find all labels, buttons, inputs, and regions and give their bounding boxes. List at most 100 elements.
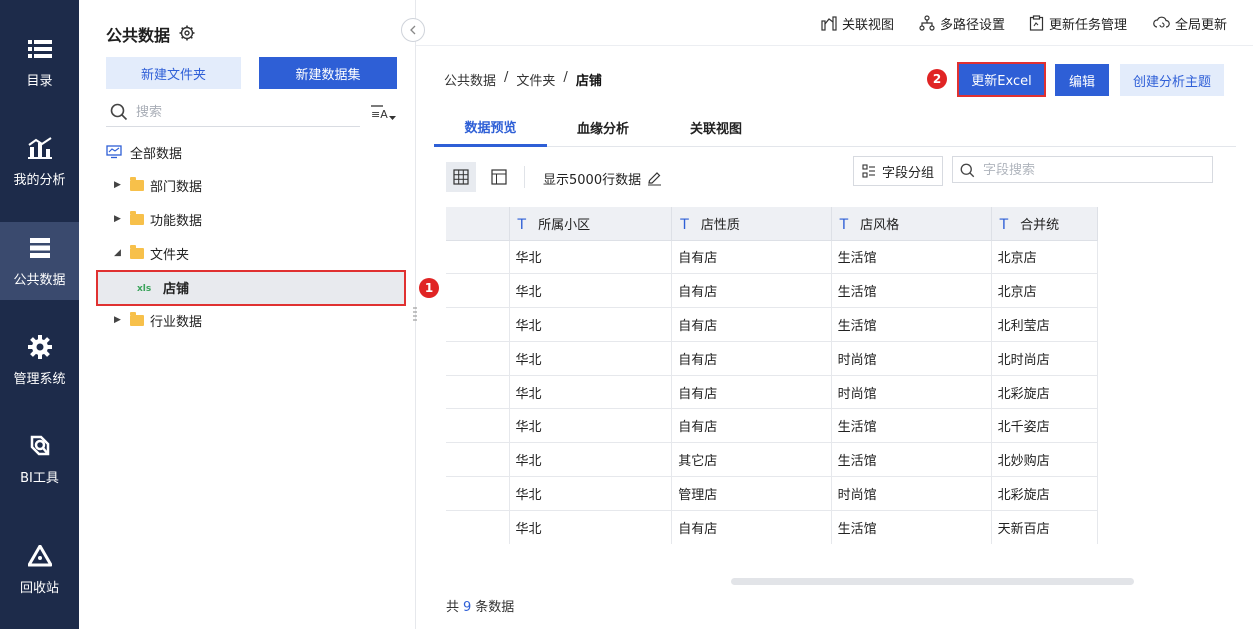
table-row[interactable]: 华北 自有店 生活馆 北京店	[446, 273, 1099, 309]
column-header[interactable]: T区	[446, 207, 510, 241]
topbar-multipath[interactable]: 多路径设置	[919, 13, 1005, 33]
topbar-label: 关联视图	[842, 17, 895, 33]
tab-relation-view[interactable]: 关联视图	[675, 108, 757, 147]
topbar-relation-view[interactable]: 关联视图	[821, 13, 894, 33]
tab-data-preview[interactable]: 数据预览	[434, 108, 547, 147]
new-folder-button[interactable]: 新建文件夹	[106, 57, 241, 89]
new-dataset-button[interactable]: 新建数据集	[259, 57, 397, 89]
resize-handle-icon[interactable]	[413, 306, 417, 324]
list-icon	[27, 36, 53, 62]
field-search-input[interactable]	[983, 160, 1203, 180]
table-cell: 华北	[509, 273, 673, 309]
nav-item-management[interactable]: 管理系统	[0, 314, 79, 406]
row-count-setting[interactable]: 显示5000行数据	[543, 169, 662, 188]
field-group-button[interactable]: 字段分组	[853, 156, 943, 186]
text-type-icon: T	[517, 216, 527, 233]
create-analysis-button[interactable]: 创建分析主题	[1120, 64, 1224, 96]
layout-icon	[491, 169, 507, 185]
column-header[interactable]: T 所属小区	[509, 207, 673, 241]
grid-view-button[interactable]	[446, 162, 476, 192]
column-header[interactable]: T 店风格	[831, 207, 992, 241]
panel-title: 公共数据	[106, 26, 171, 45]
table-row[interactable]: 华北 自有店 生活馆 北千姿店	[446, 408, 1099, 444]
table-cell: 时尚馆	[831, 341, 992, 376]
horizontal-scrollbar[interactable]	[731, 578, 1134, 585]
tree-item-function[interactable]: ▶ 功能数据	[114, 203, 202, 235]
tab-lineage[interactable]: 血缘分析	[562, 108, 644, 147]
tree-item-store[interactable]: xls 店铺	[137, 271, 189, 303]
breadcrumb-item[interactable]: 文件夹	[516, 70, 555, 89]
table-cell	[446, 375, 510, 410]
nav-item-catalog[interactable]: 目录	[0, 16, 79, 108]
data-tree-panel: 公共数据 新建文件夹 新建数据集 ≡A 全部数据 ▶ 部门数据 ▶ 功能数据	[79, 0, 425, 629]
collapse-panel-button[interactable]	[401, 18, 425, 42]
nav-item-recycle-bin[interactable]: 回收站	[0, 523, 79, 615]
edit-button[interactable]: 编辑	[1055, 64, 1109, 96]
table-row[interactable]: 华北 管理店 时尚馆 北彩旋店	[446, 476, 1099, 511]
sort-icon[interactable]: ≡A	[370, 103, 400, 123]
column-header[interactable]: T 合并统	[991, 207, 1099, 241]
folder-icon	[130, 176, 144, 191]
expand-arrow-icon[interactable]: ▶	[114, 315, 126, 325]
breadcrumb-separator: /	[563, 70, 568, 85]
column-header[interactable]: T 店性质	[671, 207, 832, 241]
folder-icon	[130, 311, 144, 326]
nav-label: 公共数据	[13, 272, 66, 288]
table-cell	[446, 341, 510, 376]
topbar-label: 更新任务管理	[1049, 17, 1128, 33]
svg-text:≡A: ≡A	[371, 108, 388, 121]
tree-search-input[interactable]	[136, 101, 351, 123]
table-cell: 北京店	[991, 273, 1099, 309]
table-cell: 北利莹店	[991, 307, 1099, 342]
table-cell: 自有店	[671, 341, 832, 376]
settings-gear-icon[interactable]	[179, 25, 195, 41]
column-header-label: 合并统	[1020, 217, 1060, 233]
nav-label: 管理系统	[13, 371, 66, 387]
excel-file-icon: xls	[137, 284, 151, 293]
table-cell: 华北	[509, 510, 673, 544]
table-row[interactable]: 华北 自有店 生活馆 天新百店	[446, 510, 1099, 544]
nav-item-my-analysis[interactable]: 我的分析	[0, 115, 79, 207]
text-type-icon: T	[999, 216, 1009, 233]
table-cell: 北妙购店	[991, 442, 1099, 478]
tree-label: 文件夹	[150, 247, 190, 263]
table-row[interactable]: 华北 自有店 生活馆 北利莹店	[446, 307, 1099, 342]
breadcrumb-item[interactable]: 公共数据	[444, 70, 496, 89]
table-cell: 北京店	[991, 240, 1099, 275]
data-preview-table[interactable]: T区 T所属小区 T店性质 T店风格 T合并统 华北自有店生活馆北京店华北自有店…	[446, 207, 1213, 544]
app-window: 目录 我的分析 公共数据 管理系统 BI工具 回收站 公共数据 新建文件夹 新建…	[0, 0, 1253, 629]
expand-arrow-icon[interactable]: ▶	[114, 180, 126, 190]
breadcrumb-separator: /	[504, 70, 509, 85]
nav-item-bi-tools[interactable]: BI工具	[0, 413, 79, 505]
table-row[interactable]: 华北 其它店 生活馆 北妙购店	[446, 442, 1099, 478]
row-count-label: 显示5000行数据	[543, 173, 642, 188]
breadcrumb-current: 店铺	[575, 74, 602, 89]
table-row[interactable]: 华北 自有店 时尚馆 北彩旋店	[446, 375, 1099, 410]
collapse-arrow-icon[interactable]: ◢	[114, 248, 126, 258]
table-cell: 自有店	[671, 273, 832, 309]
update-excel-button[interactable]: 更新Excel	[957, 62, 1046, 97]
expand-arrow-icon[interactable]: ▶	[114, 214, 126, 224]
tree-item-industry[interactable]: ▶ 行业数据	[114, 304, 202, 336]
layout-view-button[interactable]	[484, 162, 514, 192]
monitor-icon	[106, 145, 122, 159]
tree-root-all-data[interactable]: 全部数据	[106, 136, 182, 168]
multipath-icon	[919, 15, 935, 31]
topbar-global-update[interactable]: 全局更新	[1153, 13, 1227, 33]
tree-item-department[interactable]: ▶ 部门数据	[114, 169, 202, 201]
field-group-icon	[862, 164, 875, 178]
table-cell	[446, 476, 510, 511]
table-cell	[446, 408, 510, 444]
table-cell	[446, 240, 510, 275]
table-cell: 华北	[509, 307, 673, 342]
nav-item-public-data[interactable]: 公共数据	[0, 222, 79, 300]
table-row[interactable]: 华北 自有店 生活馆 北京店	[446, 240, 1099, 275]
nav-label: 我的分析	[13, 172, 66, 188]
table-cell: 生活馆	[831, 510, 992, 544]
topbar-update-tasks[interactable]: 更新任务管理	[1029, 13, 1127, 33]
table-cell	[446, 307, 510, 342]
database-icon	[27, 235, 53, 261]
tree-item-folder[interactable]: ◢ 文件夹	[114, 237, 189, 269]
step-badge-2: 2	[927, 69, 947, 89]
table-row[interactable]: 华北 自有店 时尚馆 北时尚店	[446, 341, 1099, 376]
